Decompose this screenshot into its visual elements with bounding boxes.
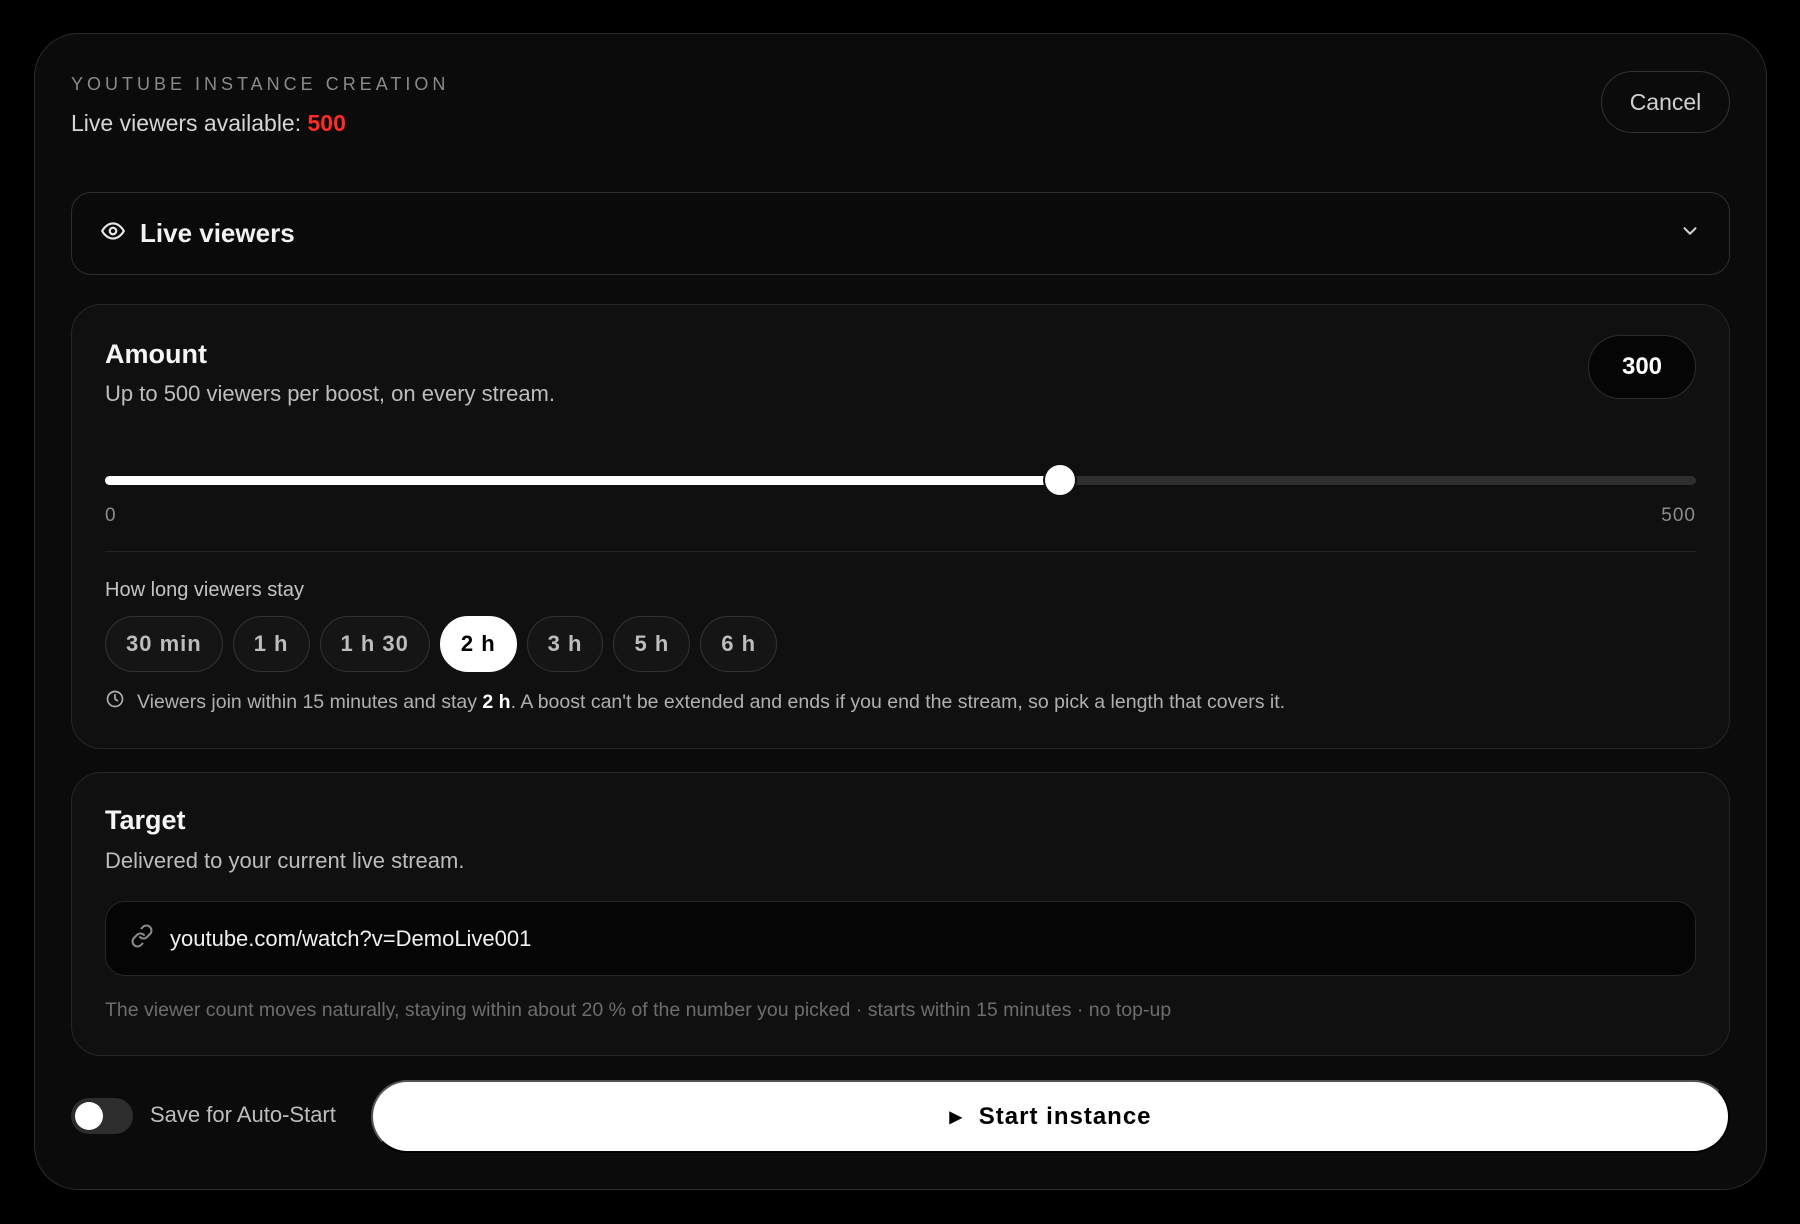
target-footnote: The viewer count moves naturally, stayin… <box>105 999 1172 1021</box>
slider-max-label: 500 <box>1661 505 1696 526</box>
note-after: . A boost can't be extended and ends if … <box>510 690 1286 713</box>
panel-eyebrow: YOUTUBE INSTANCE CREATION <box>71 74 450 94</box>
auto-start-toggle[interactable] <box>71 1098 133 1134</box>
available-count: 500 <box>307 110 346 136</box>
service-label: Live viewers <box>140 218 295 248</box>
toggle-knob <box>75 1102 103 1130</box>
available-label: Live viewers available: <box>71 110 302 136</box>
link-icon <box>130 924 154 953</box>
duration-chip[interactable]: 3 h <box>526 616 604 672</box>
stream-url-field[interactable]: youtube.com/watch?v=DemoLive001 <box>105 901 1696 976</box>
duration-label: How long viewers stay <box>105 579 304 601</box>
divider <box>105 551 1696 552</box>
instance-creation-panel: YOUTUBE INSTANCE CREATION Live viewers a… <box>34 33 1767 1190</box>
chevron-down-icon <box>1679 220 1701 247</box>
target-card: Target Delivered to your current live st… <box>71 772 1730 1056</box>
duration-note-text: Viewers join within 15 minutes and stay … <box>137 691 1285 714</box>
auto-start-label: Save for Auto-Start <box>150 1102 336 1127</box>
duration-chip[interactable]: 5 h <box>613 616 691 672</box>
cancel-button[interactable]: Cancel <box>1601 71 1730 133</box>
duration-chip[interactable]: 1 h 30 <box>319 616 430 672</box>
slider-min-label: 0 <box>105 505 116 526</box>
duration-chip[interactable]: 1 h <box>232 616 310 672</box>
service-select[interactable]: Live viewers <box>71 192 1730 275</box>
clock-icon <box>105 689 125 715</box>
slider-fill <box>105 476 1060 485</box>
duration-note: Viewers join within 15 minutes and stay … <box>105 689 1285 715</box>
duration-chip[interactable]: 30 min <box>105 616 223 672</box>
note-before: Viewers join within 15 minutes and stay <box>137 690 483 713</box>
amount-value[interactable]: 300 <box>1588 335 1696 399</box>
stream-url-value: youtube.com/watch?v=DemoLive001 <box>170 925 532 951</box>
amount-title: Amount <box>105 339 207 369</box>
duration-chip[interactable]: 2 h <box>439 616 517 672</box>
start-instance-label: Start instance <box>978 1102 1152 1130</box>
available-viewers: Live viewers available: 500 <box>71 110 346 137</box>
play-icon: ▶ <box>949 1108 963 1126</box>
duration-options: 30 min 1 h1 h 30 2 h3 h5 h6 h <box>105 616 778 672</box>
note-duration: 2 h <box>482 690 511 713</box>
amount-slider[interactable] <box>105 464 1696 496</box>
target-title: Target <box>105 805 186 835</box>
duration-chip[interactable]: 6 h <box>700 616 778 672</box>
amount-card: Amount Up to 500 viewers per boost, on e… <box>71 304 1730 749</box>
eye-icon <box>100 218 126 249</box>
target-subtitle: Delivered to your current live stream. <box>105 848 465 873</box>
amount-subtitle: Up to 500 viewers per boost, on every st… <box>105 381 555 406</box>
start-instance-button[interactable]: ▶ Start instance <box>371 1080 1730 1153</box>
slider-thumb[interactable] <box>1044 465 1075 495</box>
